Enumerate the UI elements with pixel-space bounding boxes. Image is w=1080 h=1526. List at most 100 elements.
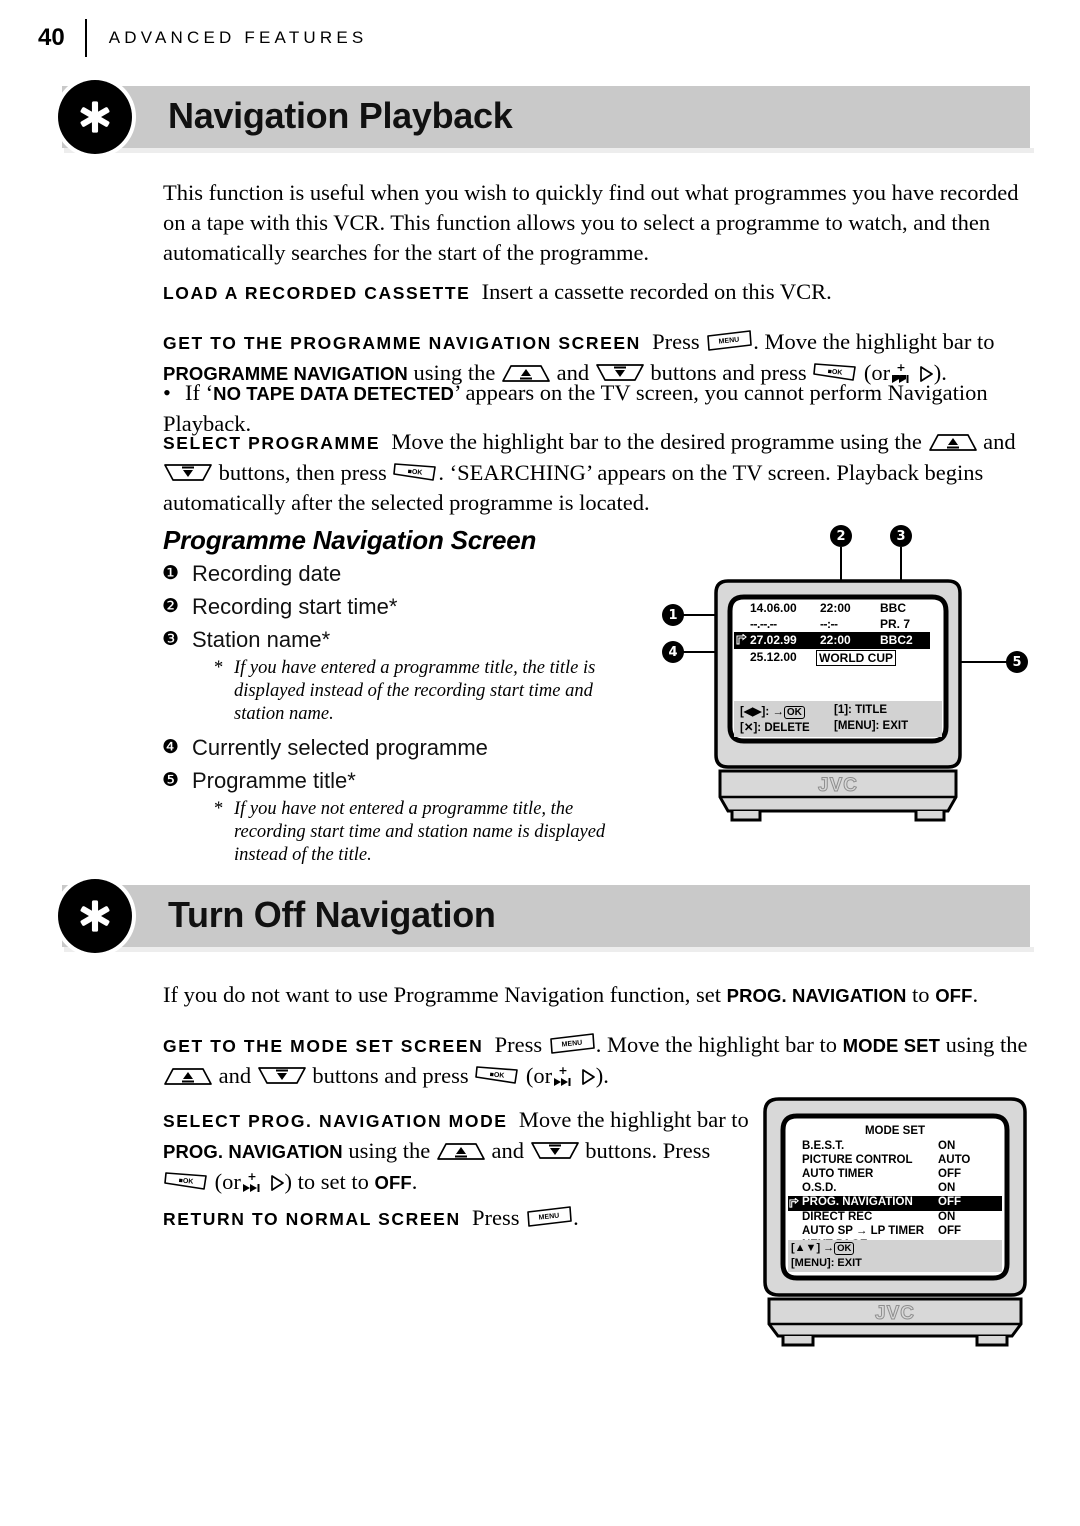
spn-body-g: . [411,1169,418,1194]
intro-line-3: automatically searches for the start of … [163,240,650,265]
spn-body-b: using the [348,1138,431,1163]
ms-body-c: using the [945,1032,1028,1057]
skip-forward-button-icon: + [241,1171,263,1193]
ms-body-a: Press [494,1032,543,1057]
mode-set-row[interactable]: B.E.S.T. ON [788,1140,1002,1154]
osd-footer-left-bottom: [✕]: DELETE [740,722,810,734]
mode-set-value: ON [938,1182,956,1194]
mode-set-row-selected[interactable]: PROG. NAVIGATION OFF [788,1196,1002,1211]
osd-row-selected[interactable]: 27.02.99 22:00 BBC2 [734,632,930,649]
menu-button-icon: MENU [525,1205,573,1229]
spn-body-d: buttons. Press [585,1138,711,1163]
ms-body-d: and [218,1063,252,1088]
mode-set-row[interactable]: AUTO SP → LP TIMER OFF [788,1225,1002,1239]
mode-set-label: DIRECT REC [802,1211,873,1223]
mode-set-row[interactable]: DIRECT REC ON [788,1211,1002,1225]
mode-set-label: O.S.D. [802,1182,837,1194]
callout-marker-2: 2 [830,525,852,547]
turn-off-text-a: If you do not want to use Programme Navi… [163,982,722,1007]
mode-set-value: ON [938,1140,956,1152]
legend-label: Programme title* [192,768,356,793]
mode-set-screen-illustration: JVC MODE SET B.E.S.T. ON PICTURE CONTROL… [757,1092,1032,1347]
running-head-section: ADVANCED FEATURES [108,28,368,47]
bullet-dot: • [163,380,171,405]
mode-set-value: OFF [938,1225,961,1237]
osd-footer-left-top: [◀▶]: → OK [740,704,805,719]
down-trapezoid-button-icon [257,1065,307,1087]
spn-body-c: and [491,1138,525,1163]
legend-label: Station name* [192,627,331,652]
osd-footer: [◀▶]: → OK [✕]: DELETE [1]: TITLE [MENU]:… [734,701,942,737]
list-item: ❶ Recording date [162,558,632,589]
asterisk-glyph [80,900,110,932]
nav-body-b: . Move the highlight bar to [753,329,995,354]
page-number: 40 [38,24,65,51]
ms-body-e: buttons and press [312,1063,469,1088]
osd-recording-time: 22:00 [820,601,851,615]
section-banner-turn-off-navigation: Turn Off Navigation [58,879,1034,953]
step-select-prog-nav-mode: SELECT PROG. NAVIGATION MODE Move the hi… [163,1105,763,1198]
mode-set-footer: [▲▼] → OK [MENU]: EXIT [788,1240,1002,1272]
bold-mode-set: MODE SET [842,1035,940,1056]
osd-recording-date: 14.06.00 [750,601,797,615]
mode-set-row[interactable]: PICTURE CONTROL AUTO [788,1154,1002,1168]
sel-body-b: and [983,429,1016,454]
footnote-text: If you have entered a programme title, t… [234,658,596,724]
mode-set-value: ON [938,1211,956,1223]
hand-pointer-icon [789,1197,799,1212]
footnote-asterisk: * [214,799,224,819]
legend-label: Recording date [192,561,342,586]
spn-body-e: (or [214,1169,241,1194]
step-lead-return-normal: RETURN TO NORMAL SCREEN [163,1209,461,1229]
mode-set-value: OFF [938,1168,961,1180]
legend-number: ❺ [162,769,180,791]
mode-set-row[interactable]: AUTO TIMER OFF [788,1168,1002,1182]
svg-text:■OK: ■OK [408,468,423,476]
step-body-load-cassette: Insert a cassette recorded on this VCR. [481,279,832,304]
svg-text:+: + [247,1171,256,1183]
turn-off-text-b: to [912,982,930,1007]
mode-set-footer-left-bottom: [MENU]: EXIT [791,1257,862,1269]
running-head: 40 ADVANCED FEATURES [38,19,368,57]
asterisk-icon [58,879,132,953]
play-button-icon [580,1067,596,1087]
step-return-normal-screen: RETURN TO NORMAL SCREEN Press MENU. [163,1203,763,1234]
mode-set-title: MODE SET [864,1125,926,1137]
mode-set-value: OFF [938,1196,961,1208]
step-lead-get-nav: GET TO THE PROGRAMME NAVIGATION SCREEN [163,333,641,353]
ms-body-f: (or [525,1063,553,1088]
down-trapezoid-button-icon [163,462,213,484]
manual-page: 40 ADVANCED FEATURES Navigation Playback… [0,0,1080,1526]
svg-text:+: + [559,1065,568,1077]
footnote-asterisk: * [214,658,224,678]
osd-recording-date: 27.02.99 [750,633,797,647]
turn-off-bold-off: OFF [935,985,973,1006]
runhead-divider [84,19,87,57]
legend-number: ❶ [162,562,180,584]
rn-body-b: . [573,1205,579,1230]
osd-row: 14.06.00 22:00 BBC [734,600,942,616]
legend-footnote: * If you have not entered a programme ti… [214,798,632,867]
step-lead-load-cassette: LOAD A RECORDED CASSETTE [163,283,471,303]
mode-set-label: PICTURE CONTROL [802,1154,913,1166]
osd-footer-right-bottom: [MENU]: EXIT [834,720,909,732]
osd-mode-set-menu: MODE SET B.E.S.T. ON PICTURE CONTROL AUT… [788,1122,1002,1272]
step-lead-select-prog-nav: SELECT PROG. NAVIGATION MODE [163,1111,508,1131]
osd-footer-right-top: [1]: TITLE [834,704,888,716]
callout-marker-5: 5 [1006,651,1028,673]
ok-button-icon: ■OK [392,460,438,484]
turn-off-bold-prog-nav: PROG. NAVIGATION [726,985,907,1006]
mode-set-row[interactable]: O.S.D. ON [788,1182,1002,1196]
osd-station-name: BBC [880,601,906,615]
up-trapezoid-button-icon [163,1065,213,1087]
programme-nav-legend: ❶ Recording date ❷ Recording start time*… [162,558,632,873]
mode-set-footer-left-top: [▲▼] → OK [791,1242,855,1255]
asterisk-glyph [80,101,110,133]
osd-row: 25.12.00 WORLD CUP [734,649,942,666]
step-load-cassette: LOAD A RECORDED CASSETTE Insert a casset… [163,277,1033,308]
menu-button-icon: MENU [548,1032,596,1056]
svg-text:■OK: ■OK [178,1177,193,1185]
programme-nav-screen-illustration: 2 3 1 4 5 JVC 14.06.00 22:00 BBC --.--.-… [650,520,1040,840]
mode-set-label: AUTO TIMER [802,1168,874,1180]
list-item: ❸ Station name* [162,624,632,655]
